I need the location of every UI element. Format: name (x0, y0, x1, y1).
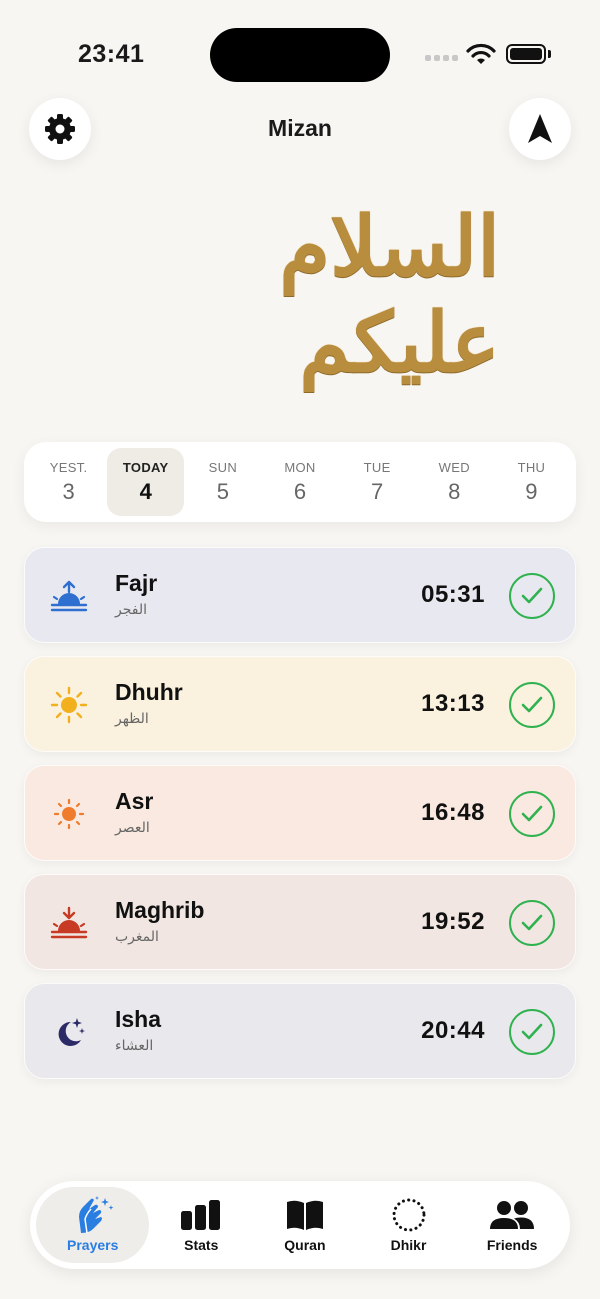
tab-label: Quran (284, 1237, 326, 1253)
prayer-name: Fajr (115, 570, 158, 596)
gear-icon (45, 114, 75, 144)
book-icon (285, 1197, 325, 1233)
prayer-time: 16:48 (421, 799, 485, 826)
tab-prayers[interactable]: Prayers (36, 1187, 150, 1263)
prayer-arabic-name: العشاء (115, 1038, 154, 1054)
tab-label: Prayers (67, 1237, 119, 1253)
greeting-calligraphy: السلام عليكم (279, 199, 500, 391)
day-today[interactable]: TODAY 4 (107, 448, 185, 516)
bar-chart-icon (180, 1197, 222, 1233)
day-number: 4 (139, 478, 152, 504)
prayer-row-dhuhr[interactable]: Dhuhr الظهر 13:13 (24, 656, 576, 752)
status-bar: 23:41 (0, 0, 600, 110)
day-label: THU (517, 459, 546, 475)
app-title: Mizan (268, 115, 332, 141)
prayer-done-toggle[interactable] (509, 791, 555, 837)
moon-stars-icon (47, 1010, 91, 1054)
prayer-arabic-name: المغرب (115, 929, 159, 945)
prayer-done-toggle[interactable] (509, 900, 555, 946)
prayer-arabic-name: الفجر (115, 602, 147, 618)
dynamic-island (210, 28, 390, 82)
day-yesterday[interactable]: YEST. 3 (30, 448, 107, 516)
status-time: 23:41 (78, 40, 145, 68)
prayer-name: Maghrib (115, 897, 205, 923)
prayer-arabic-name: العصر (115, 820, 150, 836)
tab-label: Dhikr (390, 1237, 427, 1253)
prayer-done-toggle[interactable] (509, 682, 555, 728)
prayer-row-isha[interactable]: Isha العشاء 20:44 (24, 983, 576, 1079)
sunset-icon (47, 901, 91, 945)
prayer-name: Asr (115, 788, 154, 814)
day-number: 5 (216, 478, 229, 504)
praying-hands-icon (71, 1196, 115, 1234)
prayer-done-toggle[interactable] (509, 573, 555, 619)
day-label: TUE (363, 459, 391, 475)
prayer-time: 20:44 (421, 1017, 485, 1044)
prayer-row-asr[interactable]: Asr العصر 16:48 (24, 765, 576, 861)
prayer-time: 19:52 (421, 908, 485, 935)
day-thu[interactable]: THU 9 (493, 448, 570, 516)
day-label: TODAY (122, 459, 169, 475)
day-tue[interactable]: TUE 7 (339, 448, 416, 516)
tab-bar: Prayers Stats Quran Dhikr Friends (30, 1181, 570, 1269)
battery-cap (548, 50, 551, 58)
prayer-row-fajr[interactable]: Fajr الفجر 05:31 (24, 547, 576, 643)
checkmark-icon (521, 587, 543, 604)
prayer-arabic-name: الظهر (115, 711, 149, 727)
checkmark-icon (521, 805, 543, 822)
day-number: 7 (371, 478, 384, 504)
checkmark-icon (521, 696, 543, 713)
wifi-icon (466, 43, 496, 64)
prayer-time: 05:31 (421, 581, 485, 608)
day-selector: YEST. 3 TODAY 4 SUN 5 MON 6 TUE 7 WED 8 … (24, 442, 576, 522)
qibla-direction-button[interactable] (509, 98, 571, 160)
sun-small-icon (47, 792, 91, 836)
tab-quran[interactable]: Quran (253, 1187, 357, 1263)
checkmark-icon (521, 914, 543, 931)
prayer-name: Dhuhr (115, 679, 183, 705)
day-label: YEST. (49, 459, 88, 475)
cellular-signal-icon (425, 55, 458, 61)
day-mon[interactable]: MON 6 (261, 448, 338, 516)
settings-button[interactable] (29, 98, 91, 160)
day-number: 8 (448, 478, 461, 504)
sun-icon (47, 683, 91, 727)
tab-friends[interactable]: Friends (460, 1187, 564, 1263)
checkmark-icon (521, 1023, 543, 1040)
battery-icon (506, 44, 546, 64)
day-number: 6 (293, 478, 307, 504)
people-icon (489, 1197, 535, 1233)
tab-label: Stats (184, 1237, 219, 1253)
day-label: SUN (208, 459, 238, 475)
tab-stats[interactable]: Stats (149, 1187, 253, 1263)
prayer-row-maghrib[interactable]: Maghrib المغرب 19:52 (24, 874, 576, 970)
day-number: 3 (62, 478, 75, 504)
sunrise-icon (47, 574, 91, 618)
dotted-circle-icon (391, 1197, 427, 1233)
tab-dhikr[interactable]: Dhikr (357, 1187, 461, 1263)
day-wed[interactable]: WED 8 (416, 448, 493, 516)
prayer-time: 13:13 (421, 690, 485, 717)
day-label: WED (438, 459, 470, 475)
day-sun[interactable]: SUN 5 (184, 448, 261, 516)
tab-label: Friends (486, 1237, 538, 1253)
navigation-arrow-icon (528, 114, 552, 143)
day-number: 9 (525, 478, 538, 504)
day-label: MON (284, 459, 316, 475)
prayer-done-toggle[interactable] (509, 1009, 555, 1055)
prayer-name: Isha (115, 1006, 162, 1032)
